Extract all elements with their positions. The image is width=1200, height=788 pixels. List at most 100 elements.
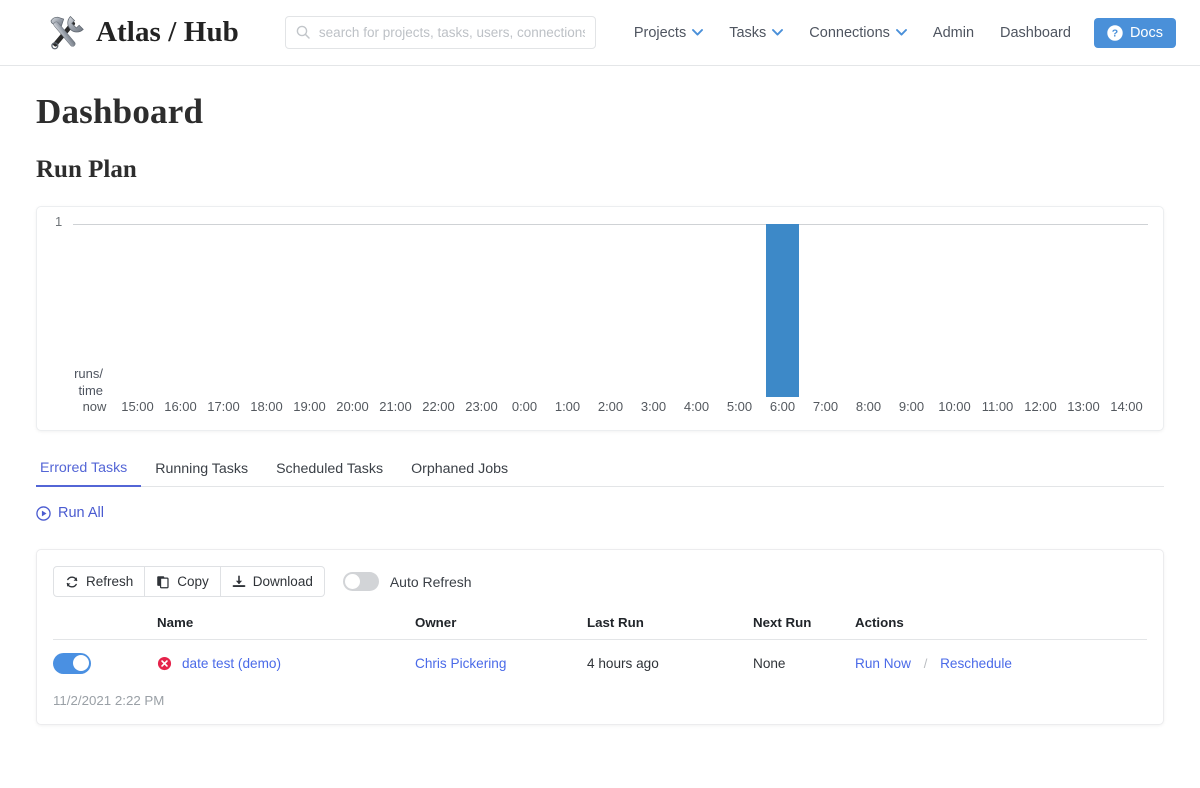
tab-scheduled-tasks[interactable]: Scheduled Tasks xyxy=(262,461,397,486)
chevron-down-icon xyxy=(692,29,704,36)
refresh-icon xyxy=(66,575,78,588)
x-axis-tick-label: 20:00 xyxy=(336,399,369,414)
question-circle-icon: ? xyxy=(1107,24,1123,41)
toolbar-button-group: Refresh Copy Download xyxy=(53,566,325,597)
column-header-next-run: Next Run xyxy=(753,614,855,640)
table-row: date test (demo) Chris Pickering 4 hours… xyxy=(53,639,1147,687)
chevron-down-icon xyxy=(895,29,907,36)
page-title: Dashboard xyxy=(36,92,204,131)
table-header-row: Name Owner Last Run Next Run Actions xyxy=(53,614,1147,640)
nav-links: Projects Tasks Connections Admin Dashboa… xyxy=(621,17,1176,48)
column-header-name: Name xyxy=(157,614,415,640)
x-axis-tick-label: 8:00 xyxy=(855,399,882,414)
nav-item-connections[interactable]: Connections xyxy=(796,19,920,47)
download-icon xyxy=(232,574,246,587)
x-axis-tick-label: 18:00 xyxy=(250,399,283,414)
task-enabled-toggle-knob xyxy=(72,655,89,671)
section-title-run-plan: Run Plan xyxy=(36,156,137,183)
x-axis-tick-label: 17:00 xyxy=(207,399,240,414)
tab-running-tasks[interactable]: Running Tasks xyxy=(141,461,262,486)
nav-item-label: Connections xyxy=(809,24,890,41)
chart-x-axis: now 15:00 16:00 17:00 18:00 19:00 20:00 21:00 22… xyxy=(73,399,1148,419)
errored-tasks-card: Refresh Copy Download Auto Refresh Name … xyxy=(36,548,1164,725)
x-axis-tick-label: 6:00 xyxy=(769,399,796,414)
chart-plot-area xyxy=(73,224,1148,397)
copy-icon xyxy=(157,575,169,588)
column-header-owner: Owner xyxy=(415,614,587,640)
x-axis-tick-label: 23:00 xyxy=(465,399,498,414)
nav-item-dashboard[interactable]: Dashboard xyxy=(987,19,1084,47)
run-all-label: Run All xyxy=(58,505,104,521)
refresh-label: Refresh xyxy=(86,574,134,589)
actions-separator: / xyxy=(923,655,928,671)
x-axis-tick-label: 3:00 xyxy=(640,399,667,414)
x-axis-tick-label: 10:00 xyxy=(938,399,971,414)
table-head: Name Owner Last Run Next Run Actions xyxy=(53,614,1147,640)
search-container xyxy=(284,16,596,49)
nav-item-label: Dashboard xyxy=(1000,24,1071,41)
download-label: Download xyxy=(252,574,313,589)
cell-actions: Run Now / Reschedule xyxy=(855,639,1147,687)
copy-button[interactable]: Copy xyxy=(145,566,221,597)
copy-label: Copy xyxy=(177,574,209,589)
refresh-button[interactable]: Refresh xyxy=(53,566,146,597)
task-name-group: date test (demo) xyxy=(157,656,415,671)
docs-button[interactable]: ? Docs xyxy=(1093,17,1176,48)
cell-owner: Chris Pickering xyxy=(415,639,587,687)
nav-item-label: Tasks xyxy=(729,24,767,41)
auto-refresh-toggle-knob xyxy=(344,574,360,589)
cell-next-run: None xyxy=(753,655,786,671)
nav-item-tasks[interactable]: Tasks xyxy=(716,19,796,47)
cell-name: date test (demo) xyxy=(157,639,415,687)
reschedule-link[interactable]: Reschedule xyxy=(940,656,1012,671)
column-header-actions: Actions xyxy=(855,614,1147,640)
chevron-down-icon xyxy=(772,29,784,36)
x-axis-tick-label: 11:00 xyxy=(981,399,1014,414)
page-content: Dashboard Run Plan 1 runs/ time now 15:00… xyxy=(0,92,1200,725)
svg-text:?: ? xyxy=(1112,27,1118,39)
task-enabled-toggle[interactable] xyxy=(53,652,91,674)
task-owner-link[interactable]: Chris Pickering xyxy=(415,656,506,671)
tab-orphaned-jobs[interactable]: Orphaned Jobs xyxy=(397,461,522,486)
x-axis-tick-label: 7:00 xyxy=(812,399,839,414)
top-navbar: Atlas / Hub Projects Tasks Connections A… xyxy=(0,0,1200,66)
auto-refresh-toggle[interactable] xyxy=(342,572,379,591)
nav-item-label: Projects xyxy=(633,24,687,41)
column-header-toggle xyxy=(53,614,157,640)
x-axis-tick-label: 9:00 xyxy=(898,399,925,414)
tab-errored-tasks[interactable]: Errored Tasks xyxy=(36,460,142,487)
nav-item-projects[interactable]: Projects xyxy=(621,19,716,47)
run-now-link[interactable]: Run Now xyxy=(855,656,911,671)
brand-title: Atlas / Hub xyxy=(96,16,239,48)
column-header-last-run: Last Run xyxy=(587,614,753,640)
x-axis-tick-label: 4:00 xyxy=(683,399,710,414)
x-axis-tick-label: 13:00 xyxy=(1067,399,1100,414)
x-axis-tick-label: 22:00 xyxy=(422,399,455,414)
x-axis-tick-label: 21:00 xyxy=(379,399,412,414)
task-name-link[interactable]: date test (demo) xyxy=(182,656,281,671)
card-footer-timestamp: 11/2/2021 2:22 PM xyxy=(53,692,165,708)
table-body: date test (demo) Chris Pickering 4 hours… xyxy=(53,639,1147,687)
x-axis-tick-label: 15:00 xyxy=(121,399,154,414)
run-all-button[interactable]: Run All xyxy=(36,505,104,521)
nav-item-admin[interactable]: Admin xyxy=(920,19,987,47)
error-circle-icon xyxy=(157,656,172,670)
errored-tasks-table: Name Owner Last Run Next Run Actions dat… xyxy=(53,614,1147,687)
x-axis-tick-label: 14:00 xyxy=(1110,399,1143,414)
x-axis-tick-label: 5:00 xyxy=(726,399,753,414)
chart-bar[interactable] xyxy=(766,224,799,397)
nav-item-label: Admin xyxy=(932,24,975,41)
x-axis-tick-label: 2:00 xyxy=(597,399,624,414)
x-axis-tick-label: 1:00 xyxy=(554,399,581,414)
brand-logo-link[interactable]: Atlas / Hub xyxy=(42,11,239,55)
docs-button-label: Docs xyxy=(1129,24,1163,41)
hammer-wrench-icon xyxy=(50,15,84,49)
x-axis-tick-label: 19:00 xyxy=(293,399,326,414)
x-axis-tick-label: 12:00 xyxy=(1024,399,1057,414)
search-input[interactable] xyxy=(284,16,596,49)
x-axis-tick-label: 16:00 xyxy=(164,399,197,414)
run-plan-chart: 1 runs/ time now 15:00 16:00 17:00 18:00 19:0… xyxy=(37,207,1163,430)
download-button[interactable]: Download xyxy=(220,566,325,597)
x-axis-tick-label: 0:00 xyxy=(511,399,538,414)
run-plan-chart-card: 1 runs/ time now 15:00 16:00 17:00 18:00 19:0… xyxy=(36,206,1164,431)
